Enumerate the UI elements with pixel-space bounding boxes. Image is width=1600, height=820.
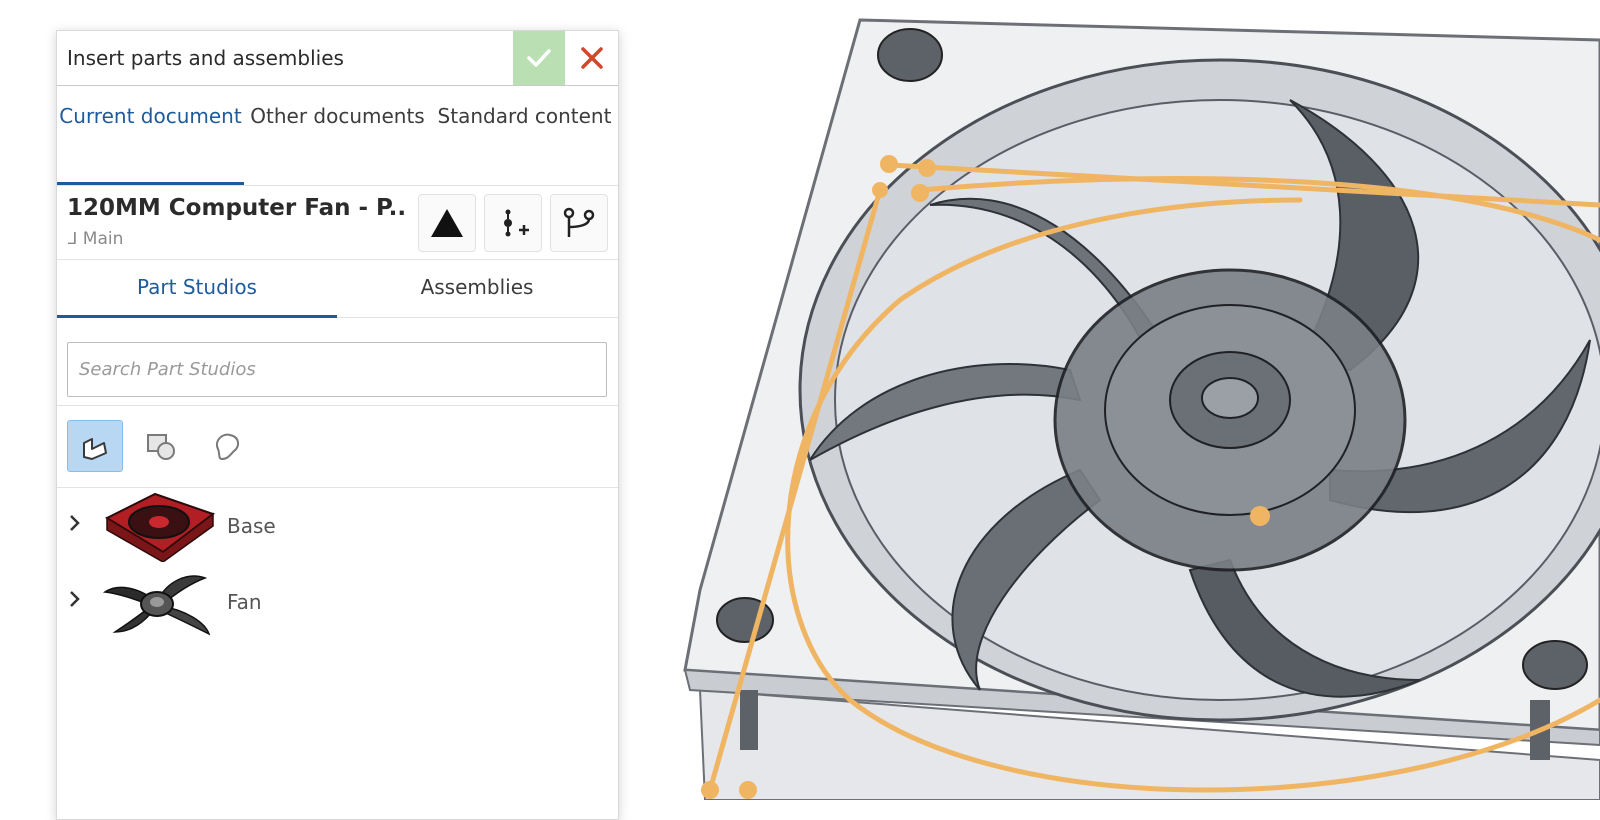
add-mate-connector-icon xyxy=(504,209,529,237)
document-header: 120MM Computer Fan - P... ᒧ Main xyxy=(57,186,618,260)
accept-button[interactable] xyxy=(513,31,565,85)
source-tabs: Current document Other documents Standar… xyxy=(57,86,618,186)
add-mate-connector-button[interactable] xyxy=(484,194,542,252)
close-button[interactable] xyxy=(565,31,619,85)
part-filter-button[interactable] xyxy=(67,420,123,472)
insert-parts-dialog: Insert parts and assemblies Current docu… xyxy=(56,30,619,820)
branch-label: ᒧ Main xyxy=(67,229,123,249)
surface-filter-button[interactable] xyxy=(133,420,189,472)
chevron-right-icon[interactable] xyxy=(67,589,83,609)
triangle-up-button[interactable] xyxy=(418,194,476,252)
fan-thumbnail xyxy=(102,575,211,636)
studio-tabs: Part Studios Assemblies xyxy=(57,260,618,318)
chevron-right-icon[interactable] xyxy=(67,513,83,533)
list-item-label: Base xyxy=(227,514,276,538)
list-item-label: Fan xyxy=(227,590,262,614)
filter-row xyxy=(57,406,618,488)
search-input[interactable] xyxy=(67,342,607,397)
branch-small-icon: ᒧ xyxy=(67,229,78,249)
part-filter-icon xyxy=(83,438,107,460)
tab-other-documents[interactable]: Other documents xyxy=(244,86,431,185)
close-icon xyxy=(581,47,603,69)
list-item-base[interactable]: Base xyxy=(57,488,618,564)
base-thumbnail xyxy=(104,492,216,562)
checkmark-icon xyxy=(527,49,551,67)
dialog-header: Insert parts and assemblies xyxy=(57,31,618,86)
branch-icon xyxy=(563,207,595,237)
branch-button[interactable] xyxy=(550,194,608,252)
tab-standard-content[interactable]: Standard content xyxy=(431,86,618,185)
surface-filter-icon xyxy=(147,434,175,460)
branch-name: Main xyxy=(82,229,124,249)
sketch-filter-button[interactable] xyxy=(199,420,255,472)
part-studio-list: Base Fan xyxy=(57,488,618,640)
tab-current-document[interactable]: Current document xyxy=(57,86,244,185)
triangle-up-icon xyxy=(431,209,463,237)
tab-part-studios[interactable]: Part Studios xyxy=(57,260,337,318)
search-row xyxy=(57,318,618,406)
sketch-filter-icon xyxy=(216,433,240,461)
document-name: 120MM Computer Fan - P... xyxy=(67,195,407,221)
dialog-title: Insert parts and assemblies xyxy=(67,46,344,70)
tab-assemblies[interactable]: Assemblies xyxy=(337,260,617,317)
list-item-fan[interactable]: Fan xyxy=(57,564,618,640)
